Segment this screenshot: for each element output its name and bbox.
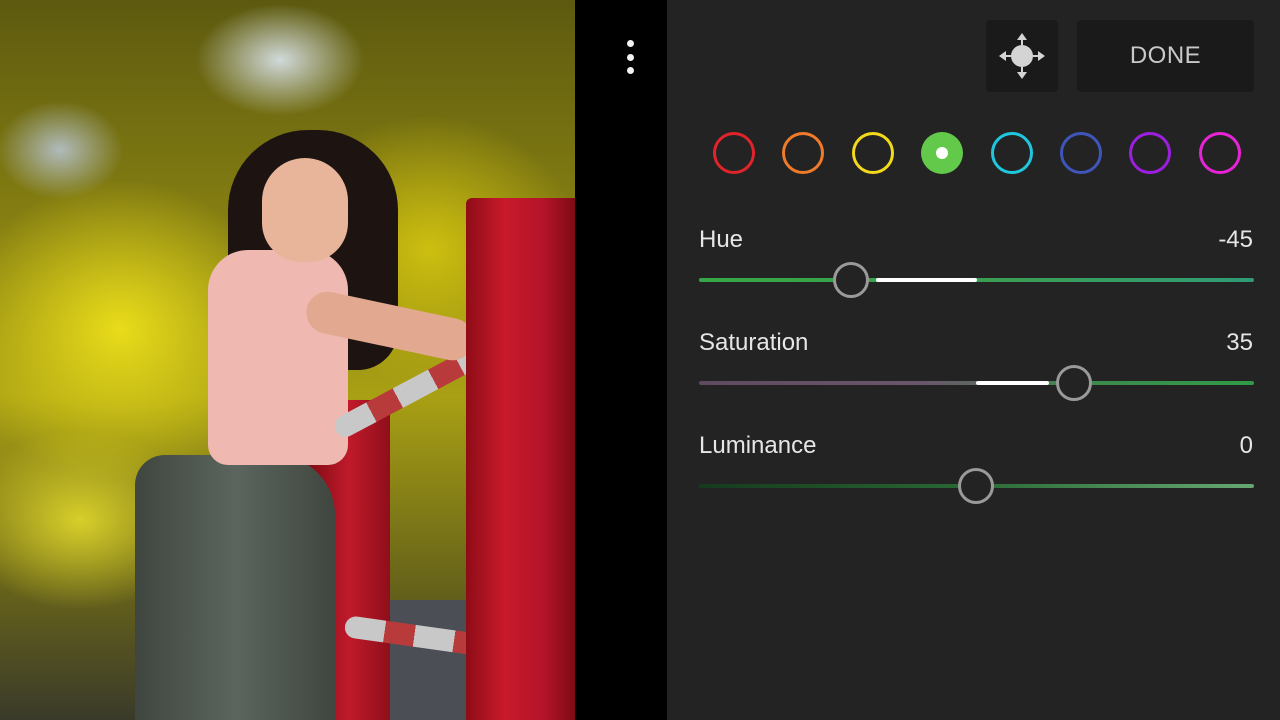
photo-preview xyxy=(0,0,575,720)
done-button[interactable]: DONE xyxy=(1077,20,1254,92)
hue-slider-track[interactable] xyxy=(699,278,1254,282)
saturation-slider-track[interactable] xyxy=(699,381,1254,385)
hue-label: Hue xyxy=(699,226,744,253)
red-post-right xyxy=(466,198,575,720)
dot xyxy=(626,53,634,61)
saturation-value: 35 xyxy=(1226,329,1253,356)
selected-indicator xyxy=(936,147,948,159)
person-shirt xyxy=(208,250,348,465)
dot xyxy=(626,67,634,74)
hue-slider-thumb[interactable] xyxy=(833,262,869,298)
saturation-slider-fill xyxy=(976,381,1049,385)
luminance-label: Luminance xyxy=(699,432,817,459)
swatch-aqua[interactable] xyxy=(991,132,1033,174)
divider-strip xyxy=(575,0,667,720)
hue-value: -45 xyxy=(1218,226,1253,253)
person-face xyxy=(262,158,348,262)
swatch-orange[interactable] xyxy=(782,132,824,174)
hue-slider-fill xyxy=(876,278,977,282)
target-adjustment-button[interactable] xyxy=(986,20,1058,92)
swatch-yellow[interactable] xyxy=(852,132,894,174)
dot xyxy=(626,40,634,47)
luminance-value: 0 xyxy=(1239,432,1253,459)
person-jeans xyxy=(135,455,335,720)
target-adjustment-icon xyxy=(999,33,1045,79)
more-vertical-icon[interactable] xyxy=(620,40,640,74)
saturation-slider-thumb[interactable] xyxy=(1056,365,1092,401)
swatch-red[interactable] xyxy=(713,132,755,174)
color-mix-panel: DONE Hue -45 Saturation 35 Luminance 0 xyxy=(667,0,1280,720)
color-swatch-row xyxy=(713,132,1243,174)
swatch-magenta[interactable] xyxy=(1199,132,1241,174)
saturation-label: Saturation xyxy=(699,329,809,356)
swatch-green[interactable] xyxy=(921,132,963,174)
swatch-purple[interactable] xyxy=(1129,132,1171,174)
swatch-blue[interactable] xyxy=(1060,132,1102,174)
luminance-slider-thumb[interactable] xyxy=(958,468,994,504)
